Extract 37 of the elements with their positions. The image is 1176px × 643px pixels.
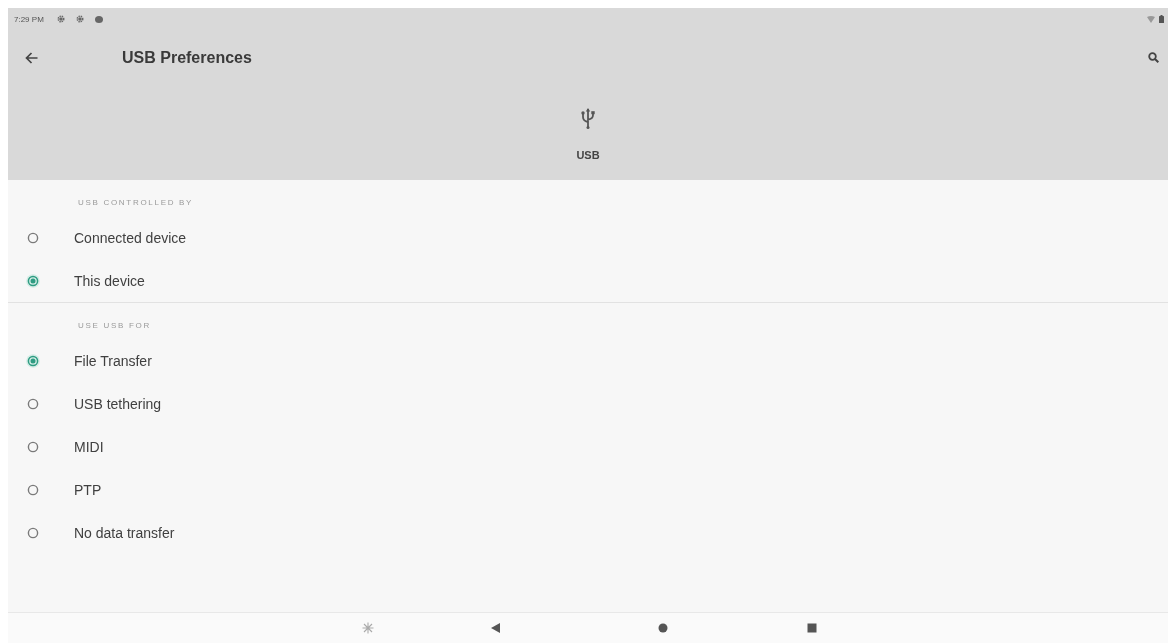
option-label[interactable]: This device [74, 272, 145, 289]
back-button[interactable] [25, 51, 38, 64]
square-icon [806, 622, 818, 634]
option-label[interactable]: PTP [74, 481, 102, 498]
gear-icon [75, 15, 84, 23]
page-title: USB Preferences [122, 48, 252, 67]
usb-label: USB [576, 149, 600, 162]
option-label[interactable]: Connected device [74, 229, 187, 246]
status-time: 7:29 PM [14, 14, 44, 24]
back-nav-button[interactable] [489, 622, 501, 634]
radio-button[interactable] [26, 525, 40, 540]
radio-button[interactable] [26, 273, 40, 288]
radio-button[interactable] [26, 396, 40, 411]
option-label[interactable]: File Transfer [74, 352, 152, 369]
home-button[interactable] [657, 622, 669, 634]
section-header: USE USB FOR [78, 320, 151, 332]
asterisk-icon [362, 622, 374, 634]
option-label[interactable]: No data transfer [74, 524, 175, 541]
usb-icon [581, 108, 595, 129]
home-circle-icon [657, 622, 669, 634]
wifi-icon [1147, 15, 1155, 23]
battery-icon [1159, 15, 1164, 23]
radio-button[interactable] [26, 353, 40, 368]
search-icon [1148, 52, 1159, 63]
option-label[interactable]: MIDI [74, 438, 104, 455]
radio-button[interactable] [26, 482, 40, 497]
asterisk-button[interactable] [362, 622, 374, 634]
gear-icon [56, 15, 65, 23]
section-header: USB CONTROLLED BY [78, 197, 194, 209]
search-button[interactable] [1148, 52, 1159, 63]
radio-button[interactable] [26, 230, 40, 245]
radio-button[interactable] [26, 439, 40, 454]
dot-icon [94, 15, 103, 23]
back-triangle-icon [489, 622, 501, 634]
recents-button[interactable] [806, 622, 818, 634]
option-label[interactable]: USB tethering [74, 395, 162, 412]
back-arrow-icon [25, 51, 38, 64]
